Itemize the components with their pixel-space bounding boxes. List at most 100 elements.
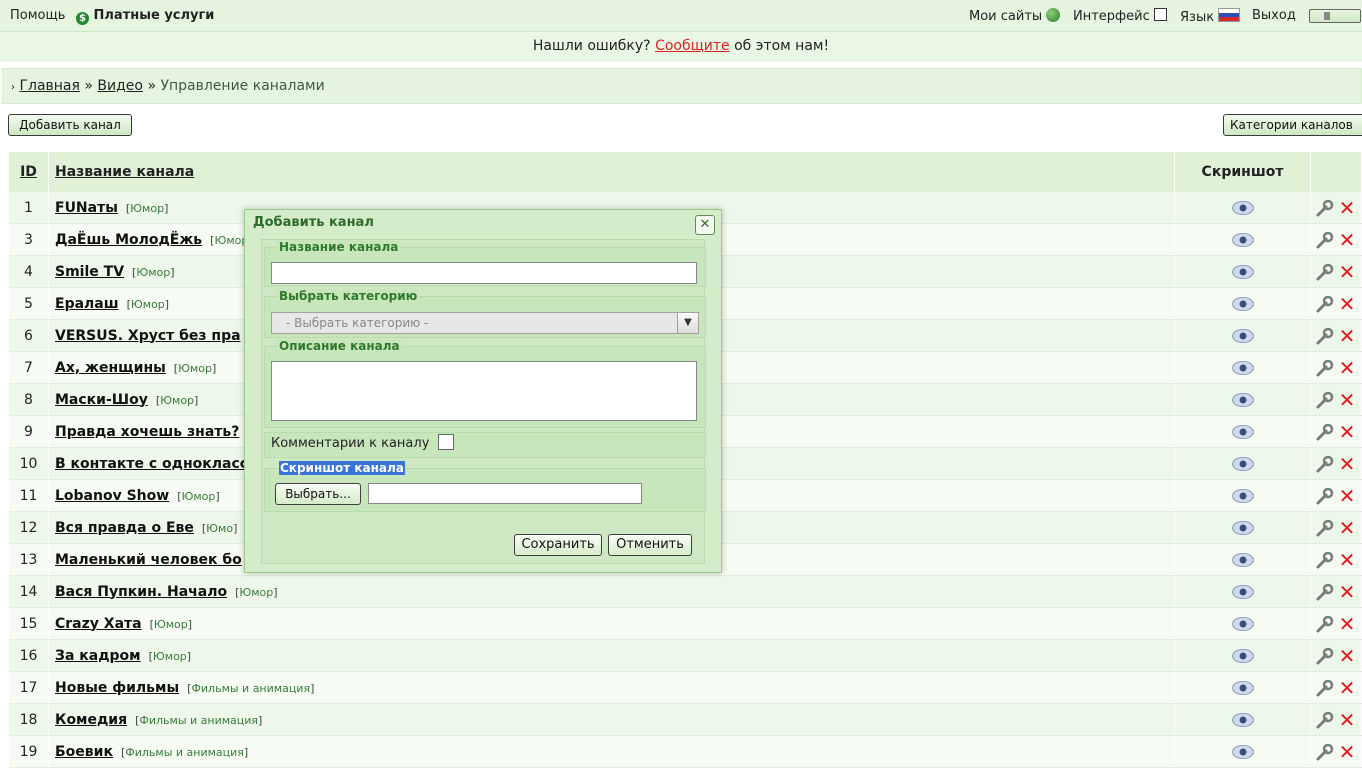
add-channel-button[interactable]: Добавить канал — [8, 114, 132, 136]
browse-button[interactable]: Выбрать... — [275, 483, 361, 505]
eye-icon[interactable] — [1231, 552, 1254, 567]
eye-icon[interactable] — [1231, 520, 1254, 535]
delete-icon[interactable]: ✕ — [1337, 678, 1357, 698]
delete-icon[interactable]: ✕ — [1337, 710, 1357, 730]
eye-icon[interactable] — [1231, 488, 1254, 503]
file-path-input[interactable] — [368, 483, 642, 504]
delete-icon[interactable]: ✕ — [1337, 742, 1357, 762]
delete-icon[interactable]: ✕ — [1337, 518, 1357, 538]
eye-icon[interactable] — [1231, 616, 1254, 631]
delete-icon[interactable]: ✕ — [1337, 550, 1357, 570]
channel-name-legend: Название канала — [277, 240, 401, 254]
help-link[interactable]: Помощь — [10, 8, 65, 23]
wrench-icon[interactable] — [1315, 262, 1335, 282]
category-select[interactable]: - Выбрать категорию - ▼ — [271, 312, 699, 334]
column-header-name[interactable]: Название канала — [48, 152, 1175, 192]
channel-name-link[interactable]: Lobanov Show — [49, 488, 169, 504]
logout-link[interactable]: Выход — [1252, 8, 1296, 23]
eye-icon[interactable] — [1231, 648, 1254, 663]
channel-name-link[interactable]: Вся правда о Еве — [49, 520, 194, 536]
channel-name-link[interactable]: За кадром — [49, 648, 141, 664]
eye-icon[interactable] — [1231, 360, 1254, 375]
channel-name-link[interactable]: ДаЁшь МолодЁжь — [49, 232, 202, 248]
eye-icon[interactable] — [1231, 200, 1254, 215]
wrench-icon[interactable] — [1315, 294, 1335, 314]
channel-name-link[interactable]: Smile TV — [49, 264, 124, 280]
wrench-icon[interactable] — [1315, 646, 1335, 666]
delete-icon[interactable]: ✕ — [1337, 454, 1357, 474]
delete-icon[interactable]: ✕ — [1337, 486, 1357, 506]
channel-name-link[interactable]: Комедия — [49, 712, 127, 728]
wrench-icon[interactable] — [1315, 358, 1335, 378]
channel-name-link[interactable]: Маленький человек бо — [49, 552, 242, 568]
wrench-icon[interactable] — [1315, 678, 1335, 698]
delete-icon[interactable]: ✕ — [1337, 294, 1357, 314]
channel-name-link[interactable]: Вася Пупкин. Начало — [49, 584, 227, 600]
wrench-icon[interactable] — [1315, 198, 1335, 218]
channel-name-link[interactable]: Ералаш — [49, 296, 119, 312]
channel-id: 9 — [9, 415, 49, 448]
eye-icon[interactable] — [1231, 328, 1254, 343]
delete-icon[interactable]: ✕ — [1337, 390, 1357, 410]
eye-icon[interactable] — [1231, 296, 1254, 311]
channel-name-link[interactable]: FUNаты — [49, 200, 118, 216]
eye-icon[interactable] — [1231, 680, 1254, 695]
description-textarea[interactable] — [271, 361, 697, 421]
paid-services-link[interactable]: $ Платные услуги — [76, 8, 214, 25]
delete-icon[interactable]: ✕ — [1337, 422, 1357, 442]
breadcrumb-home[interactable]: Главная — [19, 78, 79, 94]
channel-name-link[interactable]: Правда хочешь знать? — [49, 424, 239, 440]
eye-icon[interactable] — [1231, 712, 1254, 727]
wrench-icon[interactable] — [1315, 326, 1335, 346]
comments-checkbox[interactable] — [437, 434, 454, 450]
channel-categories-button[interactable]: Категории каналов — [1223, 114, 1362, 136]
eye-icon[interactable] — [1231, 264, 1254, 279]
delete-icon[interactable]: ✕ — [1337, 326, 1357, 346]
delete-icon[interactable]: ✕ — [1337, 582, 1357, 602]
eye-icon[interactable] — [1231, 744, 1254, 759]
language-link[interactable]: Язык — [1180, 8, 1241, 25]
wrench-icon[interactable] — [1315, 518, 1335, 538]
chevron-down-icon[interactable]: ▼ — [677, 313, 698, 333]
wrench-icon[interactable] — [1315, 454, 1335, 474]
wrench-icon[interactable] — [1315, 422, 1335, 442]
channel-name-input[interactable] — [271, 262, 697, 284]
table-row: 14 Вася Пупкин. Начало [Юмор] ✕ — [9, 575, 1362, 608]
breadcrumb-video[interactable]: Видео — [97, 78, 143, 94]
width-slider-icon[interactable] — [1309, 9, 1361, 23]
channel-name-link[interactable]: Ах, женщины — [49, 360, 166, 376]
eye-icon[interactable] — [1231, 424, 1254, 439]
eye-icon[interactable] — [1231, 232, 1254, 247]
channel-name-link[interactable]: Маски-Шоу — [49, 392, 148, 408]
eye-icon[interactable] — [1231, 584, 1254, 599]
wrench-icon[interactable] — [1315, 614, 1335, 634]
wrench-icon[interactable] — [1315, 582, 1335, 602]
channel-name-link[interactable]: Crazy Хата — [49, 616, 142, 632]
channel-name-link[interactable]: Новые фильмы — [49, 680, 179, 696]
eye-icon[interactable] — [1231, 392, 1254, 407]
delete-icon[interactable]: ✕ — [1337, 198, 1357, 218]
eye-icon[interactable] — [1231, 456, 1254, 471]
wrench-icon[interactable] — [1315, 390, 1335, 410]
wrench-icon[interactable] — [1315, 486, 1335, 506]
cancel-button[interactable]: Отменить — [608, 534, 692, 556]
wrench-icon[interactable] — [1315, 550, 1335, 570]
delete-icon[interactable]: ✕ — [1337, 358, 1357, 378]
channel-name-link[interactable]: Боевик — [49, 744, 113, 760]
delete-icon[interactable]: ✕ — [1337, 646, 1357, 666]
channel-id: 16 — [9, 639, 49, 672]
close-icon[interactable]: ✕ — [695, 215, 715, 235]
my-sites-link[interactable]: Мои сайты — [969, 8, 1061, 24]
report-link[interactable]: Сообщите — [655, 38, 730, 54]
wrench-icon[interactable] — [1315, 710, 1335, 730]
delete-icon[interactable]: ✕ — [1337, 262, 1357, 282]
save-button[interactable]: Сохранить — [514, 534, 602, 556]
delete-icon[interactable]: ✕ — [1337, 614, 1357, 634]
column-header-id[interactable]: ID — [9, 152, 49, 192]
wrench-icon[interactable] — [1315, 742, 1335, 762]
delete-icon[interactable]: ✕ — [1337, 230, 1357, 250]
wrench-icon[interactable] — [1315, 230, 1335, 250]
channel-name-link[interactable]: В контакте с однокласс — [49, 456, 248, 472]
interface-link[interactable]: Интерфейс — [1073, 8, 1167, 24]
channel-name-link[interactable]: VERSUS. Хруст без пра — [49, 328, 241, 344]
